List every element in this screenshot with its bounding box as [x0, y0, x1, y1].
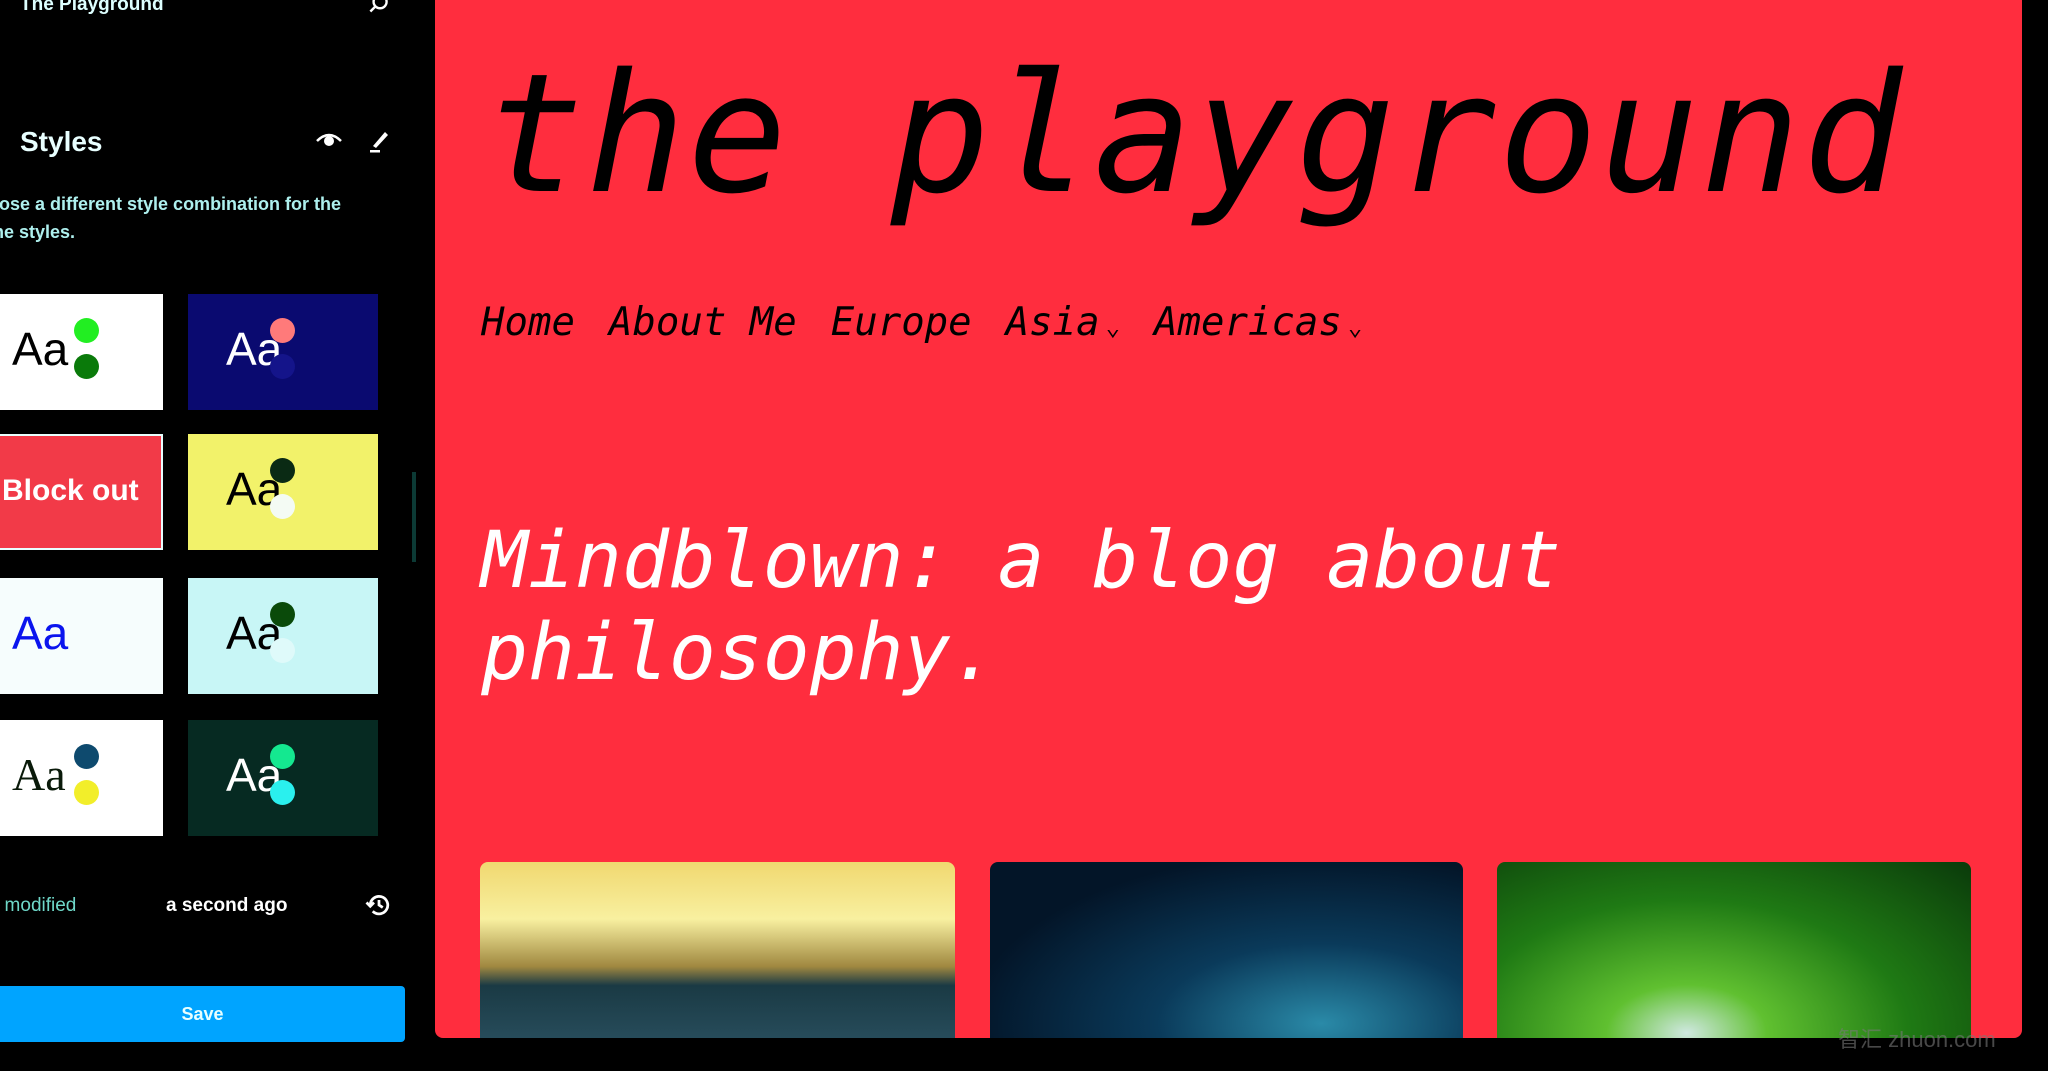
headline: Mindblown: a blog about philosophy. — [481, 516, 1562, 698]
color-swatch — [270, 354, 295, 379]
style-variation-card[interactable]: Aa — [188, 294, 378, 410]
sunset-sea-image[interactable] — [480, 862, 955, 1038]
color-swatch — [270, 458, 295, 483]
styles-sidebar: The Playground Styles oose a different s… — [0, 0, 425, 1071]
watermark: 智汇 zhuon.com — [1838, 1027, 1996, 1052]
style-variation-card[interactable]: Aa — [188, 434, 378, 550]
site-preview: the playground Home About Me Europe Asia… — [435, 0, 2022, 1038]
nav-item-about-me[interactable]: About Me — [609, 300, 797, 345]
forest-path-image[interactable] — [1497, 862, 1971, 1038]
style-variation-label: Aa — [12, 323, 69, 375]
chevron-down-icon: ⌄ — [1105, 313, 1121, 341]
chevron-down-icon: ⌄ — [1347, 313, 1363, 341]
blue-light-image[interactable] — [990, 862, 1463, 1038]
save-button[interactable]: Save — [0, 986, 405, 1042]
color-swatch — [270, 602, 295, 627]
styles-heading: Styles — [20, 126, 103, 157]
preview-site-title[interactable]: the playground — [485, 38, 1904, 230]
nav-label: Asia — [1005, 300, 1100, 345]
style-variation-label: Aa — [12, 749, 66, 800]
nav-item-home[interactable]: Home — [481, 300, 575, 345]
navigation-menu: Home About Me Europe Asia ⌄ Americas ⌄ — [481, 300, 1362, 345]
style-variation-label: Aa — [12, 607, 69, 659]
styles-description: oose a different style combination for t… — [0, 194, 342, 242]
style-variation-label: Block out — [2, 474, 139, 507]
style-variation-card[interactable]: Block out — [0, 434, 163, 550]
nav-item-americas[interactable]: Americas ⌄ — [1154, 300, 1362, 345]
nav-label: Americas — [1154, 300, 1342, 345]
color-swatch — [270, 494, 295, 519]
color-swatch — [74, 780, 99, 805]
color-swatch — [270, 744, 295, 769]
color-swatch — [74, 744, 99, 769]
style-variation-card[interactable]: Aa — [0, 294, 163, 410]
last-modified-value: a second ago — [166, 895, 288, 916]
color-swatch — [74, 354, 99, 379]
style-variation-card[interactable]: Aa — [0, 578, 163, 694]
color-swatch — [270, 780, 295, 805]
last-modified-label: t modified — [0, 895, 77, 916]
scrollbar[interactable] — [412, 472, 416, 562]
color-swatch — [270, 638, 295, 663]
nav-item-asia[interactable]: Asia ⌄ — [1006, 300, 1120, 345]
site-title[interactable]: The Playground — [20, 0, 164, 16]
style-variation-card[interactable]: Aa — [0, 720, 163, 836]
color-swatch — [270, 318, 295, 343]
search-icon[interactable] — [366, 0, 392, 23]
revisions-history-icon[interactable] — [364, 890, 394, 925]
color-swatch — [74, 318, 99, 343]
style-variation-card[interactable]: Aa — [188, 720, 378, 836]
eye-icon[interactable] — [314, 128, 344, 157]
style-variation-card[interactable]: Aa — [188, 578, 378, 694]
pencil-icon[interactable] — [366, 126, 392, 159]
nav-item-europe[interactable]: Europe — [831, 300, 972, 345]
